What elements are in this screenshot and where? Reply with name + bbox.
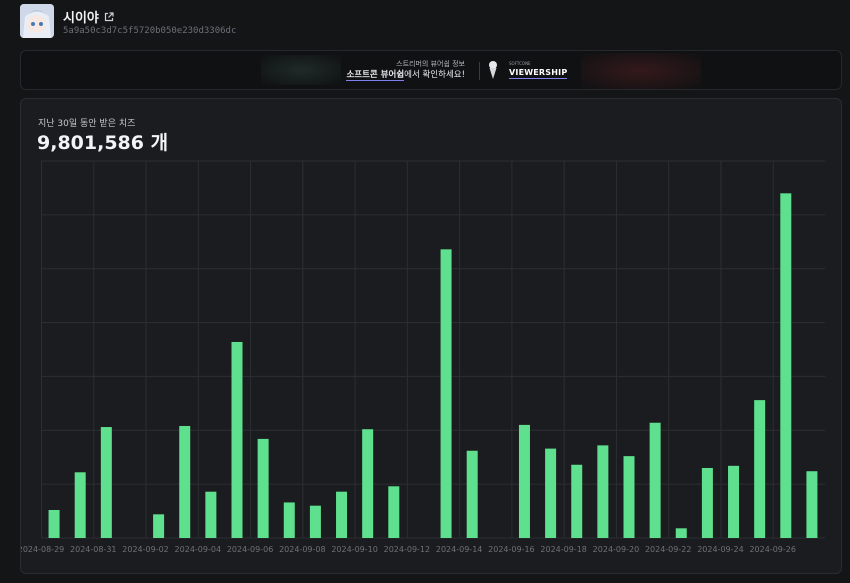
- bar-2024-09-13: [440, 249, 452, 538]
- bar-2024-09-24: [728, 465, 740, 538]
- x-tick-label: 2024-08-31: [70, 545, 117, 554]
- banner-line2: 소프트콘 뷰어쉽에서 확인하세요!: [343, 69, 465, 82]
- x-tick-label: 2024-09-06: [227, 545, 274, 554]
- bar-2024-09-19: [597, 445, 609, 538]
- banner-divider: [479, 62, 480, 80]
- cheese-stats-card: 지난 30일 동안 받은 치즈 9,801,586 개 2024-08-29 20…: [20, 98, 842, 574]
- bar-2024-09-10: [362, 429, 374, 538]
- bar-2024-09-21: [649, 422, 661, 538]
- x-tick-label: 2024-09-16: [488, 545, 535, 554]
- x-tick-label: 2024-09-22: [645, 545, 692, 554]
- avatar[interactable]: [20, 4, 54, 38]
- external-link-icon[interactable]: [104, 11, 114, 22]
- bar-2024-09-02: [153, 514, 165, 538]
- bar-2024-09-04: [205, 491, 217, 538]
- x-tick-label: 2024-09-14: [436, 545, 483, 554]
- bar-2024-09-18: [571, 464, 583, 538]
- x-tick-label: 2024-09-04: [175, 545, 222, 554]
- avatar-image: [20, 4, 54, 38]
- bar-2024-09-14: [466, 450, 478, 538]
- bar-2024-08-30: [74, 472, 86, 538]
- bar-2024-09-07: [283, 502, 295, 538]
- x-tick-label: 2024-09-10: [331, 545, 378, 554]
- banner-glow-left: [261, 55, 341, 85]
- viewership-logo: SOFTCONE VIEWERSHIP: [509, 61, 568, 79]
- channel-id: 5a9a50c3d7c5f5720b050e230d3306dc: [63, 26, 237, 36]
- bar-2024-09-22: [675, 528, 687, 538]
- x-tick-label: 2024-09-26: [749, 545, 796, 554]
- banner-text: 스트리머의 뷰어쉽 정보 소프트콘 뷰어쉽에서 확인하세요!: [343, 59, 465, 82]
- bar-2024-08-29: [48, 509, 60, 538]
- bar-2024-09-25: [754, 400, 766, 538]
- logo-big-text: VIEWERSHIP: [509, 68, 568, 79]
- bar-2024-09-11: [388, 486, 400, 538]
- bar-2024-09-27: [806, 471, 818, 538]
- x-tick-label: 2024-09-02: [122, 545, 169, 554]
- bar-2024-09-08: [309, 505, 321, 538]
- banner-line1: 스트리머의 뷰어쉽 정보: [396, 60, 465, 68]
- banner-glow-right: [581, 53, 701, 89]
- cheese-bar-chart: 2024-08-29 2024-08-31 2024-09-02 2024-09-04…: [21, 160, 825, 554]
- x-tick-label: 2024-09-20: [593, 545, 640, 554]
- bar-2024-09-06: [257, 438, 269, 538]
- bar-2024-09-20: [623, 456, 635, 538]
- channel-name: 시이야: [63, 11, 99, 26]
- bar-2024-09-26: [780, 193, 792, 539]
- viewership-banner[interactable]: 스트리머의 뷰어쉽 정보 소프트콘 뷰어쉽에서 확인하세요! SOFTCONE …: [20, 50, 842, 90]
- bar-2024-09-23: [701, 467, 713, 538]
- bar-2024-09-09: [336, 491, 348, 538]
- banner-line2-rest: 에서 확인하세요!: [404, 70, 465, 80]
- bar-2024-08-31: [100, 427, 112, 538]
- banner-highlight: 소프트콘 뷰어쉽: [346, 70, 405, 81]
- bar-2024-09-16: [518, 424, 530, 538]
- channel-header: 시이야 5a9a50c3d7c5f5720b050e230d3306dc: [20, 4, 830, 44]
- x-tick-label: 2024-09-12: [384, 545, 431, 554]
- ice-cream-cone-icon: [489, 61, 497, 79]
- x-tick-label: 2024-09-08: [279, 545, 326, 554]
- x-tick-label: 2024-09-24: [697, 545, 744, 554]
- bar-2024-09-05: [231, 341, 243, 538]
- x-tick-label: 2024-08-29: [21, 545, 64, 554]
- x-tick-label: 2024-09-18: [540, 545, 587, 554]
- bar-2024-09-03: [179, 425, 191, 538]
- bar-2024-09-17: [545, 448, 557, 538]
